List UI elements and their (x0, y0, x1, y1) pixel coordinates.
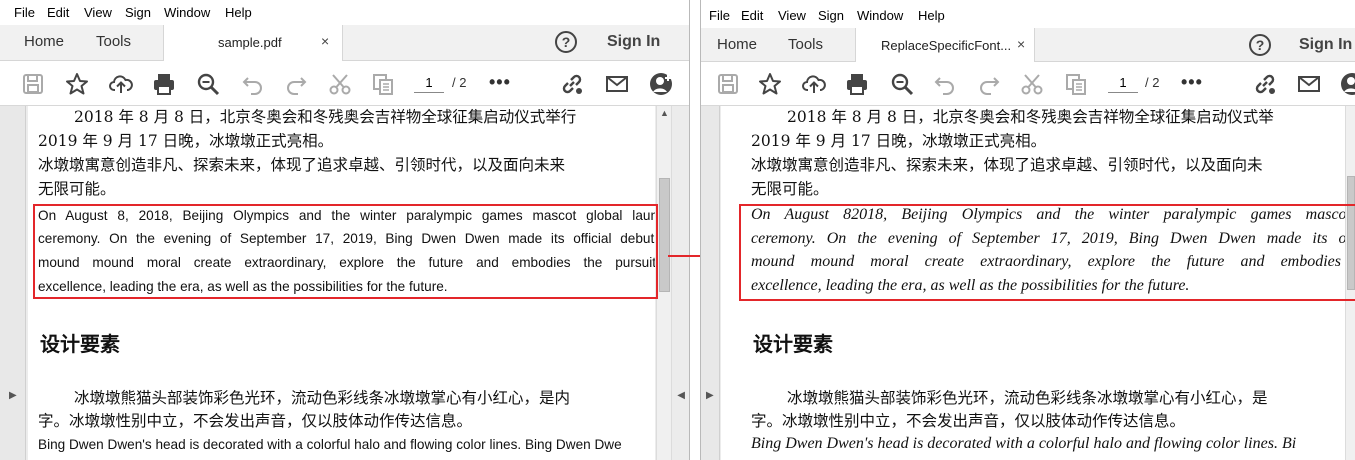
tab-home[interactable]: Home (24, 33, 64, 50)
menu-file[interactable]: File (14, 5, 35, 20)
chinese-paragraph-line: 2019 年 9 月 17 日晚，冰墩墩正式亮相。 (38, 132, 334, 150)
chinese-paragraph-line: 字。冰墩墩性别中立，不会发出声音，仅以肢体动作传达信息。 (751, 412, 1186, 430)
section-heading: 设计要素 (753, 332, 833, 356)
chinese-paragraph-line: 无限可能。 (751, 180, 829, 198)
english-paragraph-line: Bing Dwen Dwen's head is decorated with … (38, 437, 622, 452)
page-number-input[interactable] (414, 73, 444, 93)
menu-edit[interactable]: Edit (47, 5, 69, 20)
chinese-paragraph-line: 2018 年 8 月 8 日，北京冬奥会和冬残奥会吉祥物全球征集启动仪式举 (787, 108, 1274, 126)
more-icon[interactable]: ••• (1181, 72, 1203, 93)
menu-window[interactable]: Window (857, 8, 903, 23)
tab-home[interactable]: Home (717, 36, 757, 53)
scissors-icon[interactable] (1019, 71, 1045, 97)
print-icon[interactable] (844, 71, 870, 97)
tab-tools[interactable]: Tools (788, 36, 823, 53)
highlight-box (739, 204, 1355, 301)
close-tab-icon[interactable]: × (1017, 36, 1025, 52)
copy-icon[interactable] (370, 71, 396, 97)
chinese-paragraph-line: 冰墩墩寓意创造非凡、探索未来，体现了追求卓越、引领时代，以及面向未来 (38, 156, 566, 174)
menu-view[interactable]: View (84, 5, 112, 20)
chinese-paragraph-line: 冰墩墩熊猫头部装饰彩色光环，流动色彩线条冰墩墩掌心有小红心，是 (787, 389, 1268, 407)
toolbar: / 2 ••• (701, 62, 1355, 106)
navigation-pane-rail[interactable]: ▶ (0, 106, 26, 460)
zoom-icon[interactable] (195, 71, 221, 97)
scissors-icon[interactable] (327, 71, 353, 97)
chinese-paragraph-line: 无限可能。 (38, 180, 116, 198)
page-total: / 2 (1145, 75, 1160, 90)
redo-icon[interactable] (976, 71, 1002, 97)
document-viewer[interactable]: ▶ 2018 年 8 月 8 日，北京冬奥会和冬残奥会吉祥物全球征集启动仪式举行… (0, 106, 689, 460)
help-icon[interactable]: ? (1249, 34, 1271, 56)
english-paragraph-line: Bing Dwen Dwen's head is decorated with … (751, 435, 1297, 452)
undo-icon[interactable] (932, 71, 958, 97)
chinese-paragraph-line: 2019 年 9 月 17 日晚，冰墩墩正式亮相。 (751, 132, 1047, 150)
chinese-paragraph-line: 冰墩墩熊猫头部装饰彩色光环，流动色彩线条冰墩墩掌心有小红心，是内 (74, 389, 571, 407)
close-tab-icon[interactable]: × (321, 33, 329, 49)
tab-document[interactable]: ReplaceSpecificFont... × (855, 28, 1035, 62)
menu-sign[interactable]: Sign (818, 8, 844, 23)
menu-help[interactable]: Help (918, 8, 945, 23)
vertical-scrollbar[interactable]: ▲ (656, 106, 672, 460)
tab-bar: Home Tools sample.pdf × ? Sign In (0, 25, 689, 61)
save-icon[interactable] (20, 71, 46, 97)
add-user-icon[interactable] (648, 71, 674, 97)
mail-icon[interactable] (1296, 71, 1322, 97)
collapse-right-pane-arrow-icon[interactable]: ◀ (677, 390, 685, 401)
menu-view[interactable]: View (778, 8, 806, 23)
tab-document[interactable]: sample.pdf × (163, 25, 343, 61)
tab-tools[interactable]: Tools (96, 33, 131, 50)
toolbar: / 2 ••• (0, 62, 689, 106)
bookmark-star-icon[interactable] (64, 71, 90, 97)
tab-document-title: sample.pdf (218, 35, 282, 50)
navigation-pane-rail[interactable]: ▶ (701, 106, 720, 460)
upload-cloud-icon[interactable] (801, 71, 827, 97)
menu-help[interactable]: Help (225, 5, 252, 20)
chinese-paragraph-line: 冰墩墩寓意创造非凡、探索未来，体现了追求卓越、引领时代，以及面向未 (751, 156, 1263, 174)
expand-pane-arrow-icon[interactable]: ▶ (9, 390, 17, 401)
add-user-icon[interactable] (1339, 71, 1355, 97)
menu-sign[interactable]: Sign (125, 5, 151, 20)
upload-cloud-icon[interactable] (108, 71, 134, 97)
chinese-paragraph-line: 字。冰墩墩性别中立，不会发出声音，仅以肢体动作传达信息。 (38, 412, 473, 430)
help-icon[interactable]: ? (555, 31, 577, 53)
menu-edit[interactable]: Edit (741, 8, 763, 23)
document-viewer[interactable]: ▶ 2018 年 8 月 8 日，北京冬奥会和冬残奥会吉祥物全球征集启动仪式举 … (701, 106, 1355, 460)
chinese-paragraph-line: 2018 年 8 月 8 日，北京冬奥会和冬残奥会吉祥物全球征集启动仪式举行 (74, 108, 577, 126)
undo-icon[interactable] (240, 71, 266, 97)
page-number-input[interactable] (1108, 73, 1138, 93)
mail-icon[interactable] (604, 71, 630, 97)
page-total: / 2 (452, 75, 467, 90)
menu-window[interactable]: Window (164, 5, 210, 20)
tab-bar: Home Tools ReplaceSpecificFont... × ? Si… (701, 28, 1355, 62)
left-reader-window: File Edit View Sign Window Help Home Too… (0, 0, 690, 460)
sign-in-button[interactable]: Sign In (1299, 36, 1352, 54)
more-icon[interactable]: ••• (489, 72, 511, 93)
menu-file[interactable]: File (709, 8, 730, 23)
link-icon[interactable] (1252, 71, 1278, 97)
tab-document-title: ReplaceSpecificFont... (881, 38, 1012, 53)
bookmark-star-icon[interactable] (757, 71, 783, 97)
copy-icon[interactable] (1063, 71, 1089, 97)
redo-icon[interactable] (283, 71, 309, 97)
right-reader-window: File Edit View Sign Window Help Home Too… (700, 0, 1355, 460)
expand-pane-arrow-icon[interactable]: ▶ (706, 390, 714, 401)
print-icon[interactable] (151, 71, 177, 97)
menu-bar: File Edit View Sign Window Help (701, 0, 1355, 28)
save-icon[interactable] (715, 71, 741, 97)
sign-in-button[interactable]: Sign In (607, 33, 660, 51)
menu-bar: File Edit View Sign Window Help (0, 0, 689, 25)
section-heading: 设计要素 (40, 332, 120, 356)
scrollbar-thumb[interactable] (659, 178, 670, 292)
link-icon[interactable] (559, 71, 585, 97)
scroll-up-arrow-icon[interactable]: ▲ (660, 108, 669, 118)
highlight-box (33, 204, 658, 299)
zoom-icon[interactable] (889, 71, 915, 97)
